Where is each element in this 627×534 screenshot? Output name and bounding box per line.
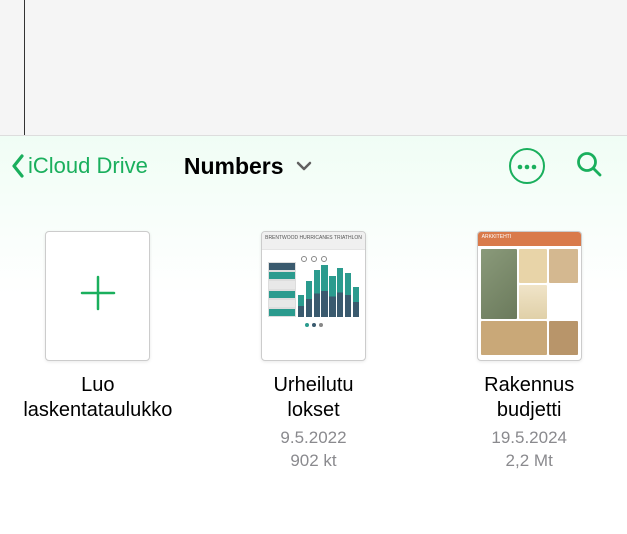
document-item[interactable]: BRENTWOOD HURRICANES TRIATHLON (236, 231, 392, 473)
item-date: 9.5.2022 (280, 428, 346, 447)
document-item[interactable]: ARKKITEHTI Rakennus budjetti (451, 231, 607, 473)
item-meta: 9.5.2022 902 kt (280, 427, 346, 473)
callout-pointer-line (24, 0, 25, 135)
thumbnail-preview: BRENTWOOD HURRICANES TRIATHLON (262, 232, 365, 360)
item-label: Rakennus budjetti (484, 373, 574, 423)
chevron-left-icon (10, 152, 26, 180)
thumbnail-preview: ARKKITEHTI (478, 232, 581, 360)
search-button[interactable] (571, 148, 607, 184)
document-grid: Luo laskentataulukko BRENTWOOD HURRICANE… (0, 196, 627, 493)
more-button[interactable] (509, 148, 545, 184)
back-label: iCloud Drive (28, 153, 148, 179)
item-size: 2,2 Mt (506, 451, 553, 470)
plus-icon (76, 271, 120, 322)
back-button[interactable]: iCloud Drive (10, 152, 148, 180)
toolbar: iCloud Drive Numbers (0, 136, 627, 196)
item-label: Urheilutu lokset (273, 373, 353, 423)
file-browser-window: iCloud Drive Numbers (0, 135, 627, 534)
create-thumbnail[interactable] (45, 231, 150, 361)
item-meta: 19.5.2024 2,2 Mt (491, 427, 567, 473)
chevron-down-icon (294, 156, 314, 176)
create-spreadsheet-item[interactable]: Luo laskentataulukko (20, 231, 176, 473)
item-size: 902 kt (290, 451, 336, 470)
item-label: Luo laskentataulukko (23, 373, 172, 423)
search-icon (575, 150, 603, 183)
item-date: 19.5.2024 (491, 428, 567, 447)
document-thumbnail[interactable]: ARKKITEHTI (477, 231, 582, 361)
document-thumbnail[interactable]: BRENTWOOD HURRICANES TRIATHLON (261, 231, 366, 361)
title-dropdown[interactable]: Numbers (184, 153, 314, 180)
folder-title: Numbers (184, 153, 284, 180)
ellipsis-icon (517, 157, 537, 175)
